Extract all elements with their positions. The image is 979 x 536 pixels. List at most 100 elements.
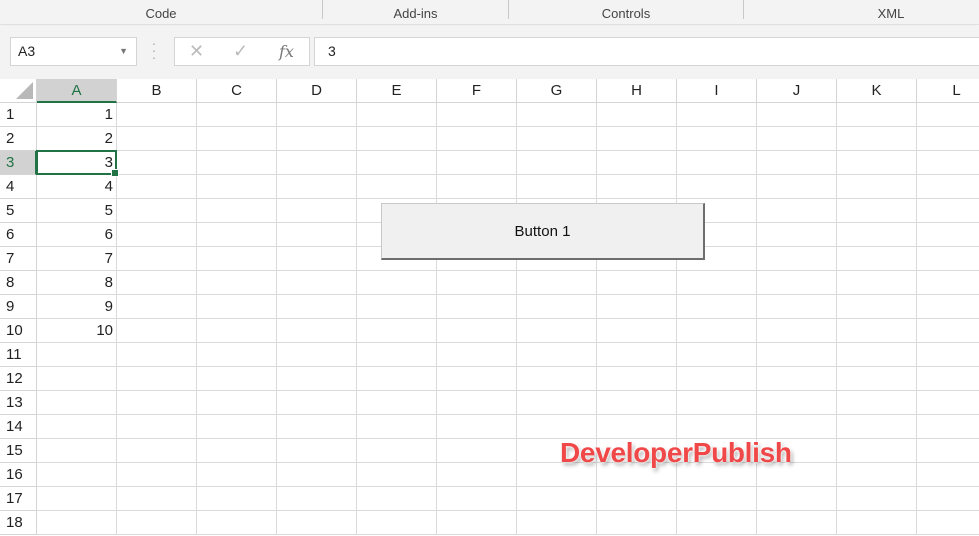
cell-h2[interactable] (597, 127, 677, 151)
cell-b13[interactable] (117, 391, 197, 415)
cell-i18[interactable] (677, 511, 757, 535)
cell-c15[interactable] (197, 439, 277, 463)
cell-b17[interactable] (117, 487, 197, 511)
cell-j8[interactable] (757, 271, 837, 295)
cell-f12[interactable] (437, 367, 517, 391)
cell-d6[interactable] (277, 223, 357, 247)
cell-h11[interactable] (597, 343, 677, 367)
cell-d17[interactable] (277, 487, 357, 511)
column-header-f[interactable]: F (437, 79, 517, 103)
cell-b6[interactable] (117, 223, 197, 247)
cell-k8[interactable] (837, 271, 917, 295)
cell-f17[interactable] (437, 487, 517, 511)
cell-j4[interactable] (757, 175, 837, 199)
cell-b8[interactable] (117, 271, 197, 295)
cell-i3[interactable] (677, 151, 757, 175)
cell-j14[interactable] (757, 415, 837, 439)
cell-l10[interactable] (917, 319, 979, 343)
row-header-18[interactable]: 18 (0, 511, 37, 535)
cell-l15[interactable] (917, 439, 979, 463)
cell-a5[interactable]: 5 (37, 199, 117, 223)
cell-g18[interactable] (517, 511, 597, 535)
column-header-l[interactable]: L (917, 79, 979, 103)
cell-c8[interactable] (197, 271, 277, 295)
cell-g2[interactable] (517, 127, 597, 151)
cell-d18[interactable] (277, 511, 357, 535)
cell-f14[interactable] (437, 415, 517, 439)
cell-k15[interactable] (837, 439, 917, 463)
cell-l13[interactable] (917, 391, 979, 415)
cell-j12[interactable] (757, 367, 837, 391)
column-header-g[interactable]: G (517, 79, 597, 103)
column-header-b[interactable]: B (117, 79, 197, 103)
cell-k9[interactable] (837, 295, 917, 319)
worksheet-grid[interactable]: A B C D E F G H I J K L 1 1 2 2 3 3 4 4 5 5 6 6 7 7 8 8 9 9 10 10 11 12 13… (0, 79, 979, 536)
cell-h9[interactable] (597, 295, 677, 319)
column-header-j[interactable]: J (757, 79, 837, 103)
cell-k7[interactable] (837, 247, 917, 271)
row-header-2[interactable]: 2 (0, 127, 37, 151)
cell-k18[interactable] (837, 511, 917, 535)
cell-h8[interactable] (597, 271, 677, 295)
cell-h13[interactable] (597, 391, 677, 415)
cell-b1[interactable] (117, 103, 197, 127)
cell-k4[interactable] (837, 175, 917, 199)
cell-c6[interactable] (197, 223, 277, 247)
cell-d2[interactable] (277, 127, 357, 151)
row-header-13[interactable]: 13 (0, 391, 37, 415)
cell-a10[interactable]: 10 (37, 319, 117, 343)
insert-function-icon[interactable]: fx (279, 42, 294, 61)
cell-e15[interactable] (357, 439, 437, 463)
cell-e4[interactable] (357, 175, 437, 199)
cell-g10[interactable] (517, 319, 597, 343)
cell-b15[interactable] (117, 439, 197, 463)
row-header-15[interactable]: 15 (0, 439, 37, 463)
cell-c9[interactable] (197, 295, 277, 319)
cell-j5[interactable] (757, 199, 837, 223)
cell-l11[interactable] (917, 343, 979, 367)
cell-g14[interactable] (517, 415, 597, 439)
cell-h18[interactable] (597, 511, 677, 535)
row-header-16[interactable]: 16 (0, 463, 37, 487)
column-header-a[interactable]: A (37, 79, 117, 103)
cell-i13[interactable] (677, 391, 757, 415)
cell-f4[interactable] (437, 175, 517, 199)
cell-d16[interactable] (277, 463, 357, 487)
cell-f16[interactable] (437, 463, 517, 487)
cell-j7[interactable] (757, 247, 837, 271)
cell-b3[interactable] (117, 151, 197, 175)
cell-a4[interactable]: 4 (37, 175, 117, 199)
cell-i14[interactable] (677, 415, 757, 439)
cell-j2[interactable] (757, 127, 837, 151)
cell-j18[interactable] (757, 511, 837, 535)
row-header-8[interactable]: 8 (0, 271, 37, 295)
cell-h14[interactable] (597, 415, 677, 439)
column-header-h[interactable]: H (597, 79, 677, 103)
cell-a3[interactable]: 3 (37, 151, 117, 175)
cell-j13[interactable] (757, 391, 837, 415)
row-header-14[interactable]: 14 (0, 415, 37, 439)
cell-a8[interactable]: 8 (37, 271, 117, 295)
cell-j9[interactable] (757, 295, 837, 319)
cell-j1[interactable] (757, 103, 837, 127)
cell-i1[interactable] (677, 103, 757, 127)
cell-a11[interactable] (37, 343, 117, 367)
cell-e3[interactable] (357, 151, 437, 175)
cell-e17[interactable] (357, 487, 437, 511)
cell-c4[interactable] (197, 175, 277, 199)
cell-a14[interactable] (37, 415, 117, 439)
cell-l8[interactable] (917, 271, 979, 295)
cell-l9[interactable] (917, 295, 979, 319)
cell-d4[interactable] (277, 175, 357, 199)
cell-d3[interactable] (277, 151, 357, 175)
cell-k6[interactable] (837, 223, 917, 247)
cell-l7[interactable] (917, 247, 979, 271)
row-header-3[interactable]: 3 (0, 151, 37, 175)
cell-c5[interactable] (197, 199, 277, 223)
formula-input[interactable]: 3 (314, 37, 979, 66)
cell-g17[interactable] (517, 487, 597, 511)
cell-c17[interactable] (197, 487, 277, 511)
cancel-icon[interactable]: ✕ (189, 41, 204, 62)
cell-k10[interactable] (837, 319, 917, 343)
cell-f2[interactable] (437, 127, 517, 151)
